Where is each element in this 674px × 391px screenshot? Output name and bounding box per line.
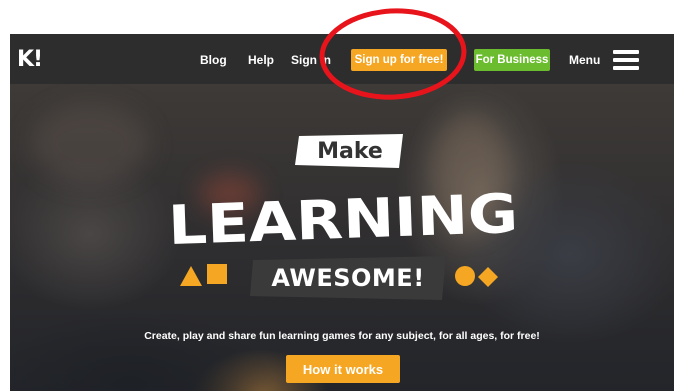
menu-label[interactable]: Menu xyxy=(569,53,600,67)
browser-viewport: K! Blog Help Sign in Sign up for free! F… xyxy=(10,34,674,391)
how-it-works-button[interactable]: How it works xyxy=(286,355,400,383)
for-business-button[interactable]: For Business xyxy=(474,49,550,71)
triangle-shape-icon xyxy=(180,266,202,286)
make-word: Make xyxy=(317,138,383,164)
learning-headline: LEARNING xyxy=(167,184,519,250)
signup-button[interactable]: Sign up for free! xyxy=(351,49,447,71)
nav-link-blog[interactable]: Blog xyxy=(200,53,227,67)
learning-word: LEARNING xyxy=(167,184,519,250)
hamburger-icon[interactable] xyxy=(613,50,639,70)
circle-shape-icon xyxy=(455,266,475,286)
make-banner: Make xyxy=(295,134,405,168)
square-shape-icon xyxy=(207,264,227,284)
awesome-banner: AWESOME! xyxy=(250,256,446,300)
diamond-shape-icon xyxy=(478,267,498,287)
nav-link-help[interactable]: Help xyxy=(248,53,274,67)
kahoot-logo[interactable]: K! xyxy=(17,47,43,72)
nav-link-sign-in[interactable]: Sign in xyxy=(291,53,331,67)
awesome-word: AWESOME! xyxy=(271,264,425,292)
top-navbar: K! Blog Help Sign in Sign up for free! F… xyxy=(10,34,674,84)
hero-subtitle: Create, play and share fun learning game… xyxy=(144,330,540,342)
